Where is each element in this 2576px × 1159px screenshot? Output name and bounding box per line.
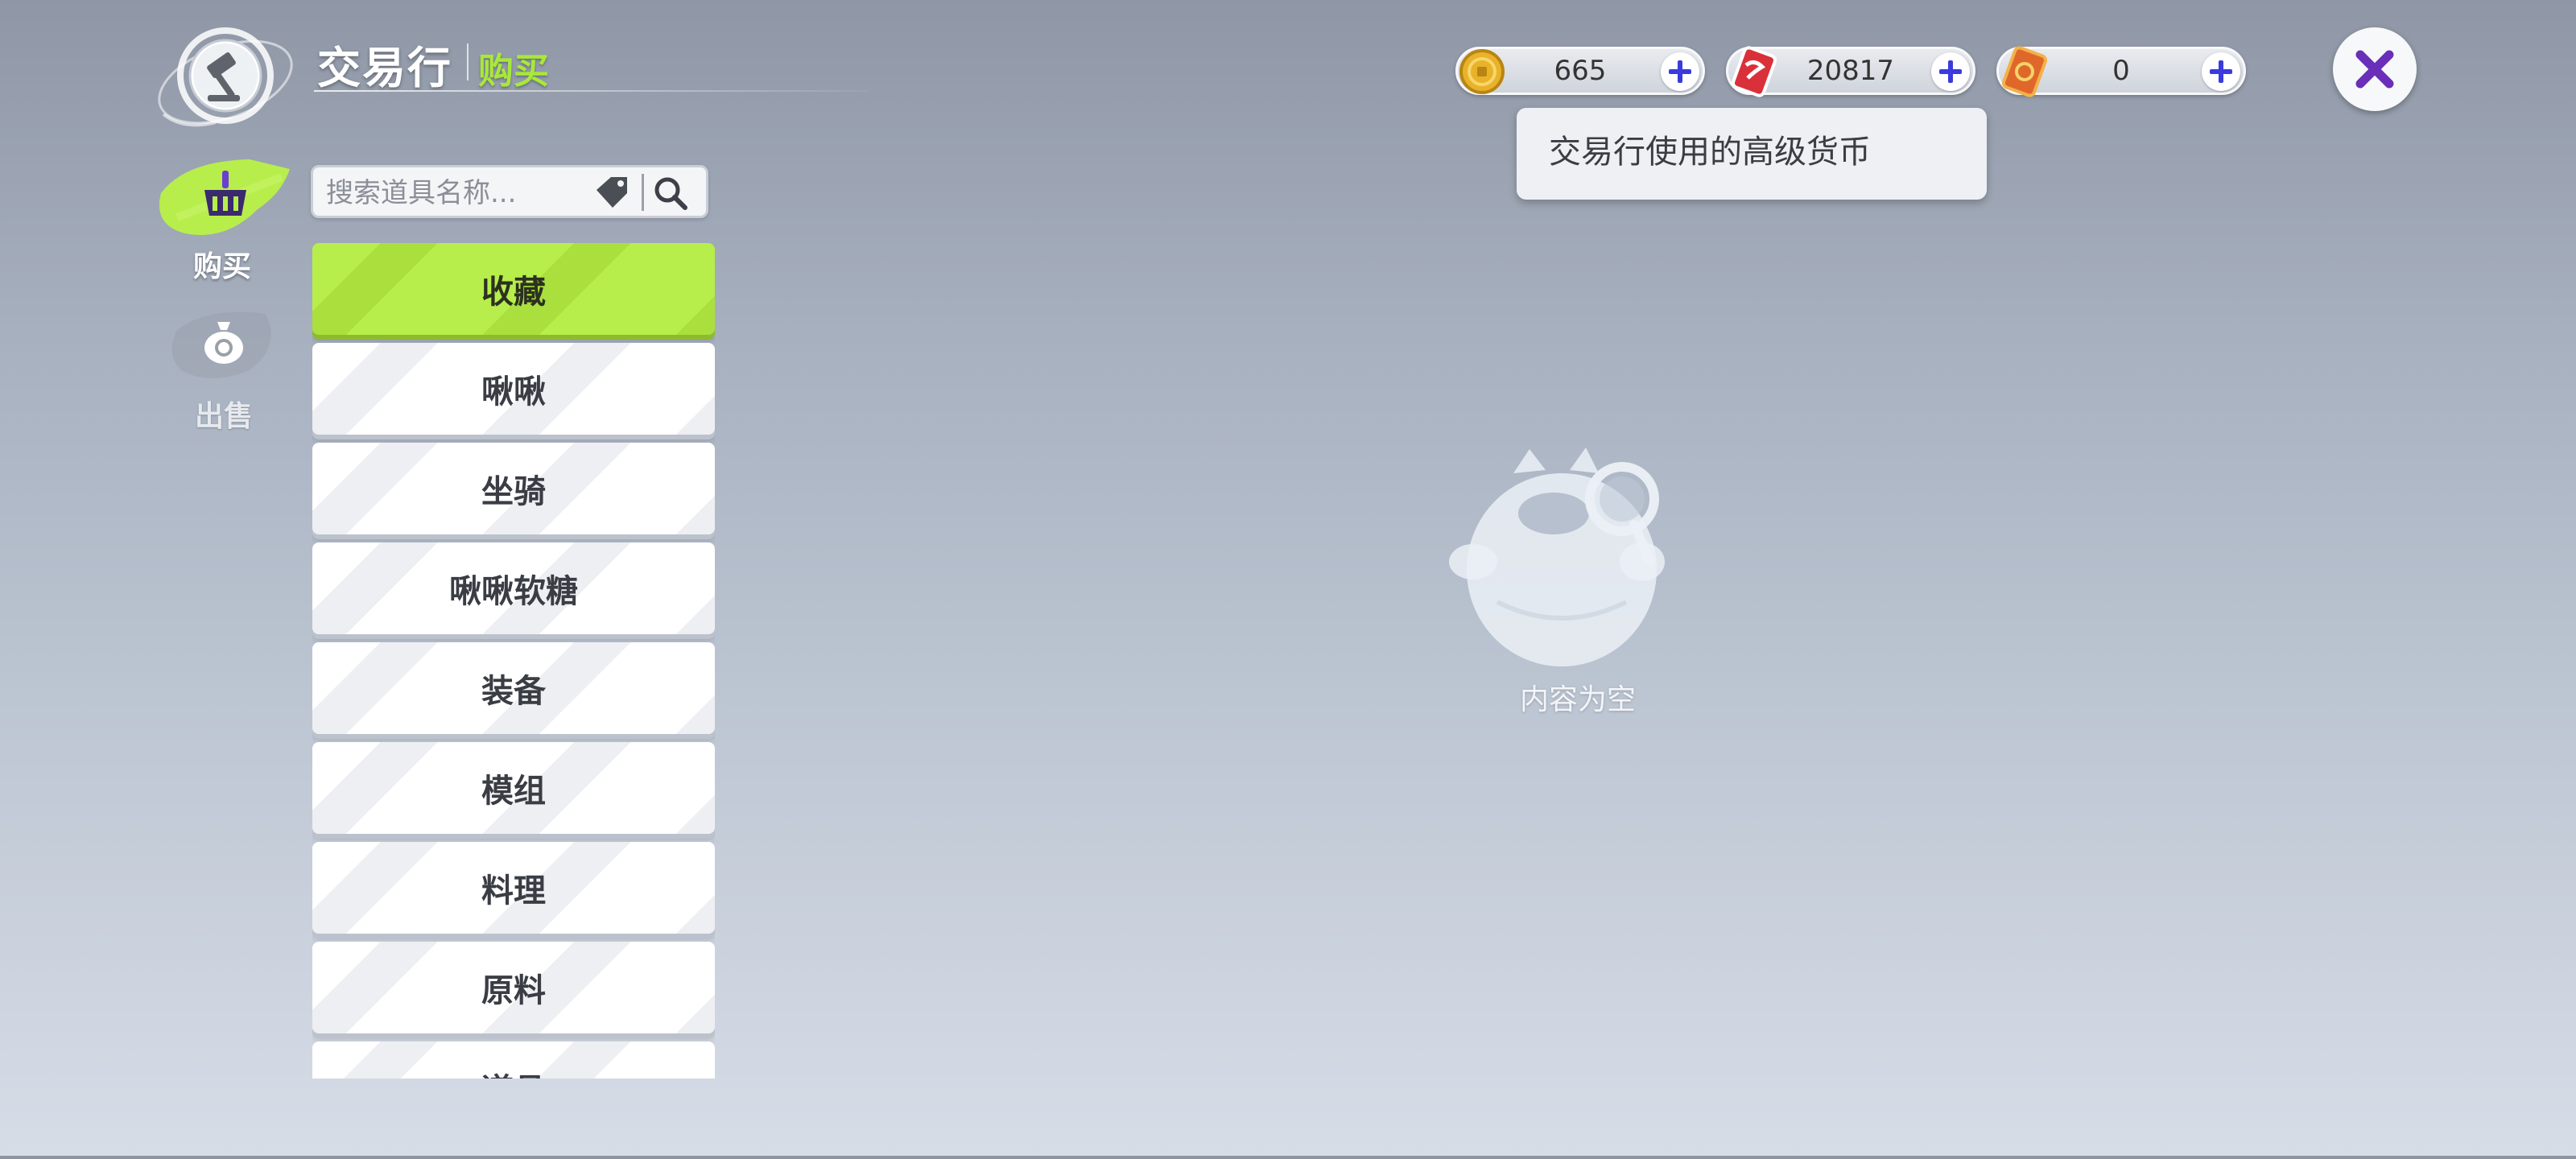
money-bag-icon <box>204 322 243 364</box>
empty-state-text: 内容为空 <box>1519 683 1636 716</box>
category-label: 收藏 <box>481 274 546 311</box>
title-underline <box>314 90 869 92</box>
orange-ticket-icon <box>2002 46 2047 97</box>
category-materials[interactable]: 原料 <box>312 942 715 1033</box>
add-currency-icon[interactable] <box>1661 52 1699 91</box>
empty-mascot-icon <box>1449 448 1665 666</box>
add-currency-icon[interactable] <box>2202 52 2240 91</box>
close-icon <box>2355 50 2394 89</box>
currency-tooltip: 交易行使用的高级货币 <box>1517 108 1987 200</box>
red-ticket-icon <box>1732 46 1777 97</box>
category-equipment[interactable]: 装备 <box>312 642 715 734</box>
shopping-basket-icon <box>204 171 246 216</box>
search-icon[interactable] <box>650 172 691 214</box>
gold-coin-icon <box>1459 49 1505 94</box>
category-items[interactable]: 道具 <box>312 1041 715 1079</box>
category-mount[interactable]: 坐骑 <box>312 443 715 534</box>
trade-house-emblem <box>151 18 304 146</box>
category-label: 道具 <box>312 1041 715 1079</box>
close-button[interactable] <box>2333 27 2417 111</box>
currency-gold: 665 <box>1455 47 1705 95</box>
category-module[interactable]: 模组 <box>312 742 715 834</box>
category-label: 原料 <box>481 972 546 1009</box>
gavel-emblem-icon <box>158 27 293 127</box>
currency-value: 0 <box>2112 55 2130 87</box>
currency-value: 20817 <box>1806 55 1895 87</box>
page-title: 交易行 <box>317 43 452 93</box>
currency-orange-ticket: 0 <box>1996 46 2246 97</box>
search-input[interactable] <box>324 172 593 214</box>
add-currency-icon[interactable] <box>1931 52 1970 91</box>
search-separator <box>642 174 644 211</box>
tag-filter-icon[interactable] <box>592 174 632 211</box>
category-label: 坐骑 <box>481 473 546 510</box>
currency-value: 665 <box>1554 55 1607 87</box>
category-label: 啾啾软糖 <box>449 573 578 610</box>
category-label: 模组 <box>481 773 546 810</box>
nav-sell-label: 出售 <box>195 400 254 433</box>
category-jiujiu-candy[interactable]: 啾啾软糖 <box>312 542 715 634</box>
nav-tab-sell[interactable]: 出售 <box>153 298 298 435</box>
bottom-edge <box>0 1156 2576 1159</box>
category-cuisine[interactable]: 料理 <box>312 842 715 934</box>
category-list: 收藏 啾啾 坐骑 啾啾软糖 装备 模组 料理 原料 道具 <box>312 241 715 1079</box>
nav-buy-label: 购买 <box>193 250 252 283</box>
search-box <box>311 165 708 218</box>
page-subtitle: 购买 <box>478 51 549 92</box>
category-label: 啾啾 <box>481 373 546 410</box>
category-label: 装备 <box>481 673 546 710</box>
category-label: 料理 <box>481 872 546 909</box>
category-favorites[interactable]: 收藏 <box>312 243 715 335</box>
title-divider <box>467 43 469 80</box>
nav-tab-buy[interactable]: 购买 <box>153 145 298 290</box>
currency-red-ticket: 20817 <box>1726 46 1975 97</box>
category-jiujiu[interactable]: 啾啾 <box>312 343 715 435</box>
